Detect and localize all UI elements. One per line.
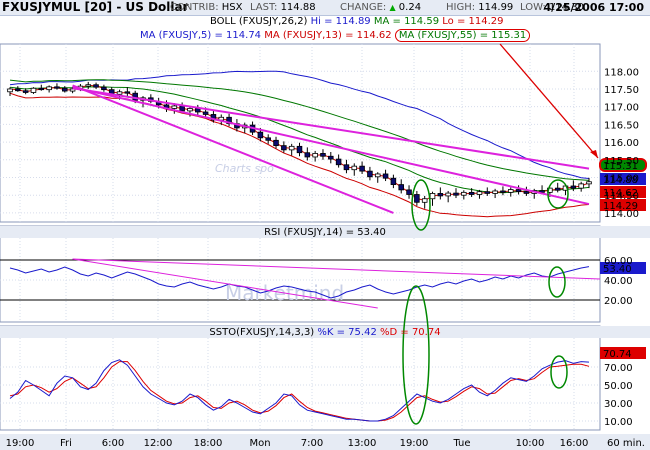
candle-body — [116, 91, 123, 95]
x-tick-label: 10:00 — [516, 438, 545, 449]
ssto-title: SSTO(FXUSJY,14,3,3) %K = 75.42 %D = 70.7… — [209, 327, 440, 338]
x-interval-label: 60 min. — [607, 438, 645, 449]
y-tick-label: 117.50 — [604, 85, 639, 96]
candle-body — [554, 187, 561, 191]
ssto-d-value: %D = 70.74 — [380, 327, 441, 338]
ssto-d-value-label: 70.74 — [603, 349, 632, 360]
candle-body — [429, 193, 436, 200]
ssto-k-value: %K = 75.42 — [317, 327, 380, 338]
y-tick-label: 116.50 — [604, 120, 639, 131]
y-tick-label: 116.00 — [604, 138, 639, 149]
candle-body — [30, 87, 37, 93]
candle-body — [468, 191, 475, 195]
candle-body — [62, 87, 68, 92]
x-tick-label: Mon — [249, 438, 270, 449]
ssto-y-tick-label: 70.00 — [604, 363, 633, 374]
candle-body — [265, 137, 271, 141]
y-tick-label: 115.50 — [604, 156, 639, 167]
candle-body — [343, 164, 350, 171]
candle-body — [476, 191, 483, 195]
x-tick-label: 16:00 — [560, 438, 589, 449]
candle-body — [367, 170, 373, 178]
rsi-panel — [0, 225, 601, 323]
candle-body — [328, 155, 334, 160]
candle-body — [54, 86, 60, 89]
rsi-y-tick-label: 40.00 — [604, 276, 633, 287]
y-tick-label: 117.00 — [604, 103, 639, 114]
candle-body — [273, 139, 279, 147]
candle-body — [101, 86, 107, 91]
candle-body — [335, 158, 342, 166]
candle-body — [570, 185, 577, 189]
x-tick-label: Fri — [60, 438, 72, 449]
candle-body — [312, 153, 318, 158]
ssto-y-tick-label: 30.00 — [604, 399, 633, 410]
candle-body — [257, 131, 264, 139]
y-tick-label: 114.50 — [604, 191, 639, 202]
ssto-y-tick-label: 50.00 — [604, 381, 633, 392]
candle-body — [85, 84, 92, 87]
candle-body — [461, 191, 467, 196]
candle-body — [507, 189, 514, 193]
candle-body — [359, 165, 365, 172]
candle-body — [437, 193, 444, 197]
price-chart-canvas: Charts spoMarketmind 115.31114.88114.621… — [0, 43, 650, 450]
y-tick-label: 115.00 — [604, 174, 639, 185]
ssto-y-tick-label: 10.00 — [604, 417, 633, 428]
candle-body — [398, 184, 404, 191]
candle-body — [484, 191, 491, 194]
candle-body — [351, 165, 358, 171]
candle-body — [124, 91, 131, 94]
candle-body — [38, 87, 45, 91]
x-tick-label: 19:00 — [400, 438, 429, 449]
x-tick-label: Tue — [452, 438, 470, 449]
watermark-text: Charts spo — [215, 162, 274, 175]
candle-body — [304, 152, 311, 158]
candle-body — [7, 88, 13, 93]
candle-body — [445, 192, 451, 197]
candle-body — [523, 191, 530, 194]
candle-body — [500, 190, 506, 193]
candle-body — [296, 145, 303, 154]
candle-body — [515, 189, 522, 193]
rsi-y-tick-label: 20.00 — [604, 296, 633, 307]
x-tick-label: 6:00 — [102, 438, 124, 449]
candle-body — [46, 86, 52, 91]
candle-body — [421, 198, 428, 203]
candle-body — [406, 189, 412, 195]
candle-body — [374, 173, 381, 178]
y-tick-label: 114.00 — [604, 209, 639, 220]
candle-body — [202, 111, 209, 115]
y-tick-label: 118.00 — [604, 67, 639, 78]
x-tick-label: 18:00 — [194, 438, 223, 449]
candle-body — [15, 88, 21, 92]
rsi-title: RSI (FXUSJY,14) = 53.40 — [264, 227, 386, 238]
candle-body — [578, 183, 584, 189]
x-tick-label: 13:00 — [348, 438, 377, 449]
candle-body — [586, 181, 592, 185]
x-tick-label: 12:00 — [144, 438, 173, 449]
candle-body — [453, 192, 459, 196]
candle-body — [93, 84, 99, 88]
candle-body — [288, 145, 295, 151]
candle-body — [281, 145, 287, 151]
ssto-title-main: SSTO(FXUSJY,14,3,3) — [209, 327, 317, 338]
candle-body — [382, 173, 389, 179]
candle-body — [414, 194, 420, 203]
x-tick-label: 7:00 — [301, 438, 323, 449]
candle-body — [390, 177, 397, 185]
candle-body — [492, 190, 498, 194]
candle-body — [187, 108, 193, 112]
candle-body — [320, 153, 326, 157]
candle-body — [22, 90, 29, 93]
rsi-y-tick-label: 60.00 — [604, 256, 633, 267]
x-tick-label: 19:00 — [6, 438, 35, 449]
candle-body — [171, 105, 178, 109]
x-axis-strip — [0, 434, 650, 450]
candle-body — [179, 105, 185, 112]
